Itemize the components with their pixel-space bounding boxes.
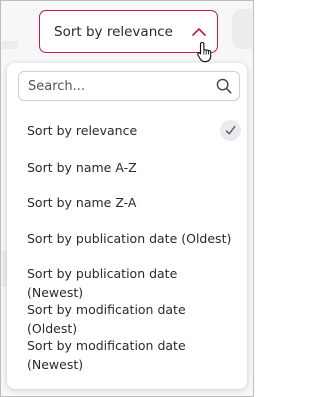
hand-pointer-icon: [197, 41, 212, 63]
search-input[interactable]: [28, 76, 208, 96]
sort-options-menu: Sort by relevance Sort by name A-Z Sort …: [7, 63, 247, 389]
background-control: [232, 9, 252, 49]
option-sort-name-az[interactable]: Sort by name A-Z: [7, 158, 247, 177]
option-sort-publication-newest[interactable]: Sort by publication date (Newest): [7, 264, 247, 302]
chevron-up-icon: [192, 28, 206, 36]
option-label: Sort by modification date (Newest): [27, 338, 186, 372]
option-sort-modification-oldest[interactable]: Sort by modification date (Oldest): [7, 300, 247, 338]
option-sort-publication-oldest[interactable]: Sort by publication date (Oldest): [7, 229, 247, 248]
background-strip: [2, 41, 18, 49]
check-icon: [225, 125, 236, 135]
option-label: Sort by name A-Z: [27, 160, 137, 175]
selected-check-badge: [220, 120, 241, 141]
option-label: Sort by publication date (Newest): [27, 266, 178, 300]
option-label: Sort by name Z-A: [27, 195, 137, 210]
option-sort-name-za[interactable]: Sort by name Z-A: [7, 193, 247, 212]
option-label: Sort by publication date (Oldest): [27, 231, 232, 246]
option-label: Sort by modification date (Oldest): [27, 302, 186, 336]
search-field: [18, 71, 240, 101]
sort-dropdown-button[interactable]: Sort by relevance: [39, 10, 218, 53]
sort-dropdown-label: Sort by relevance: [54, 23, 173, 40]
option-sort-relevance[interactable]: Sort by relevance: [7, 120, 247, 141]
search-icon[interactable]: [216, 78, 232, 94]
option-label: Sort by relevance: [27, 123, 138, 138]
option-sort-modification-newest[interactable]: Sort by modification date (Newest): [7, 336, 247, 374]
